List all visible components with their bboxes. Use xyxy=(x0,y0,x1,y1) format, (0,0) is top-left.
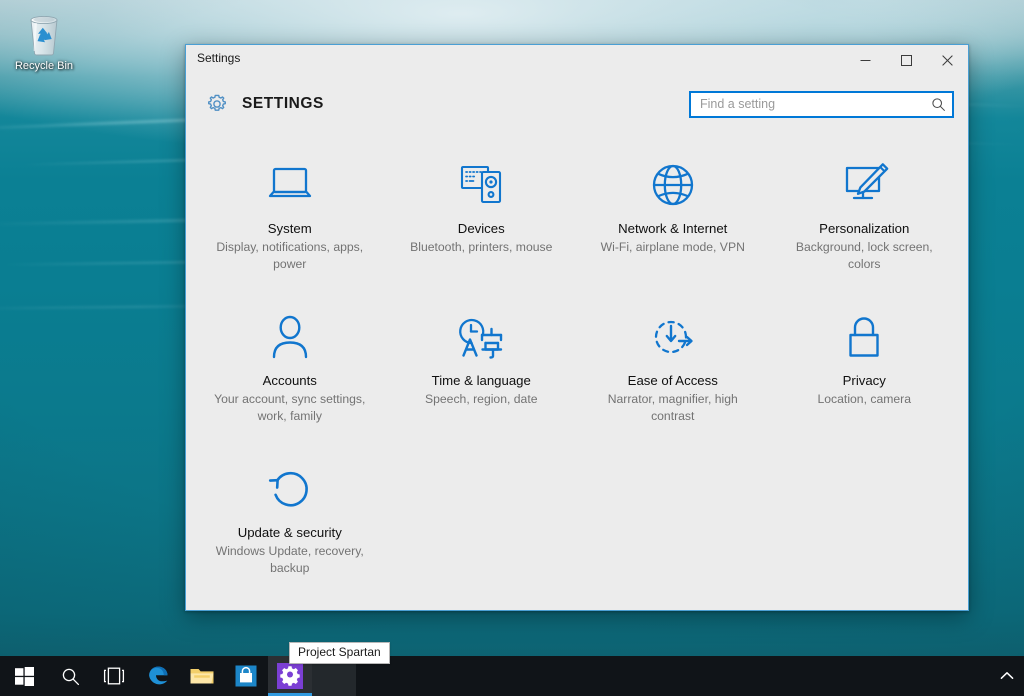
tile-title: Accounts xyxy=(262,373,317,388)
taskbar-edge-button[interactable] xyxy=(136,656,180,696)
tile-description: Bluetooth, printers, mouse xyxy=(410,240,553,254)
lock-icon xyxy=(837,310,891,364)
folder-icon xyxy=(190,669,214,684)
settings-tile-accounts[interactable]: Accounts Your account, sync settings, wo… xyxy=(194,300,386,435)
desktop-icon-label: Recycle Bin xyxy=(14,60,74,72)
settings-tile-personalization[interactable]: Personalization Background, lock screen,… xyxy=(769,148,961,283)
windows-logo-icon xyxy=(14,666,34,686)
taskbar-file-explorer-button[interactable] xyxy=(180,656,224,696)
tile-description: Speech, region, date xyxy=(425,392,538,406)
monitor-brush-icon xyxy=(837,158,891,212)
globe-icon xyxy=(646,158,700,212)
taskbar-search-button[interactable] xyxy=(48,656,92,696)
taskbar-start-button[interactable] xyxy=(0,656,48,696)
search-input[interactable] xyxy=(700,92,927,116)
store-icon xyxy=(235,665,257,687)
taskbar[interactable] xyxy=(0,656,1024,696)
clock-language-icon xyxy=(454,310,508,364)
tile-title: Personalization xyxy=(819,221,910,236)
maximize-icon xyxy=(901,55,912,66)
refresh-icon xyxy=(263,462,317,516)
settings-tile-grid: System Display, notifications, apps, pow… xyxy=(194,148,960,587)
tile-title: Update & security xyxy=(237,525,342,540)
tile-title: Time & language xyxy=(431,373,531,388)
laptop-icon xyxy=(263,158,317,212)
tile-description: Windows Update, recovery, backup xyxy=(215,544,364,575)
settings-window[interactable]: Settings SETTINGS Find a setting System … xyxy=(185,44,969,611)
taskbar-tooltip: Project Spartan xyxy=(289,642,390,664)
tile-description: Display, notifications, apps, power xyxy=(216,240,364,271)
ease-of-access-icon xyxy=(646,310,700,364)
settings-tile-system[interactable]: System Display, notifications, apps, pow… xyxy=(194,148,386,283)
tile-title: System xyxy=(267,221,312,236)
search-icon[interactable] xyxy=(931,97,946,112)
window-controls xyxy=(845,45,968,76)
minimize-button[interactable] xyxy=(845,45,886,76)
settings-body: System Display, notifications, apps, pow… xyxy=(186,132,968,610)
task-view-icon xyxy=(103,667,125,685)
settings-tile-time-language[interactable]: Time & language Speech, region, date xyxy=(386,300,578,435)
tile-description: Your account, sync settings, work, famil… xyxy=(214,392,366,423)
gear-icon xyxy=(206,93,228,115)
keyboard-speaker-icon xyxy=(454,158,508,212)
settings-header: SETTINGS xyxy=(186,76,968,132)
window-title-bar[interactable]: Settings xyxy=(186,45,968,76)
tile-description: Wi-Fi, airplane mode, VPN xyxy=(600,240,745,254)
maximize-button[interactable] xyxy=(886,45,927,76)
desktop-icon-recycle-bin[interactable]: Recycle Bin xyxy=(6,6,82,73)
taskbar-store-button[interactable] xyxy=(224,656,268,696)
tile-description: Background, lock screen, colors xyxy=(795,240,933,271)
settings-tile-network-internet[interactable]: Network & Internet Wi-Fi, airplane mode,… xyxy=(577,148,769,283)
taskbar-task-view-button[interactable] xyxy=(92,656,136,696)
settings-tile-ease-of-access[interactable]: Ease of Access Narrator, magnifier, high… xyxy=(577,300,769,435)
chevron-up-icon xyxy=(1000,672,1014,679)
recycle-bin-icon xyxy=(6,6,82,58)
person-icon xyxy=(263,310,317,364)
page-title: SETTINGS xyxy=(242,95,324,112)
minimize-icon xyxy=(860,60,871,61)
tile-description: Location, camera xyxy=(817,392,912,406)
tile-title: Network & Internet xyxy=(618,221,728,236)
gear-icon xyxy=(277,663,303,689)
settings-tile-update-security[interactable]: Update & security Windows Update, recove… xyxy=(194,452,386,587)
taskbar-spacer xyxy=(356,656,990,696)
tile-description: Narrator, magnifier, high contrast xyxy=(607,392,738,423)
search-box[interactable] xyxy=(689,90,954,118)
tile-title: Ease of Access xyxy=(627,373,718,388)
desktop[interactable]: Recycle Bin Settings SETTINGS Find a set… xyxy=(0,0,1024,696)
tile-title: Privacy xyxy=(842,373,886,388)
settings-tile-privacy[interactable]: Privacy Location, camera xyxy=(769,300,961,435)
tile-title: Devices xyxy=(457,221,505,236)
edge-icon xyxy=(149,666,168,685)
close-button[interactable] xyxy=(927,45,968,76)
close-icon xyxy=(942,55,953,66)
taskbar-show-hidden-icons-button[interactable] xyxy=(990,656,1024,696)
search-icon xyxy=(62,668,79,685)
window-title: Settings xyxy=(197,51,241,65)
settings-tile-devices[interactable]: Devices Bluetooth, printers, mouse xyxy=(386,148,578,283)
